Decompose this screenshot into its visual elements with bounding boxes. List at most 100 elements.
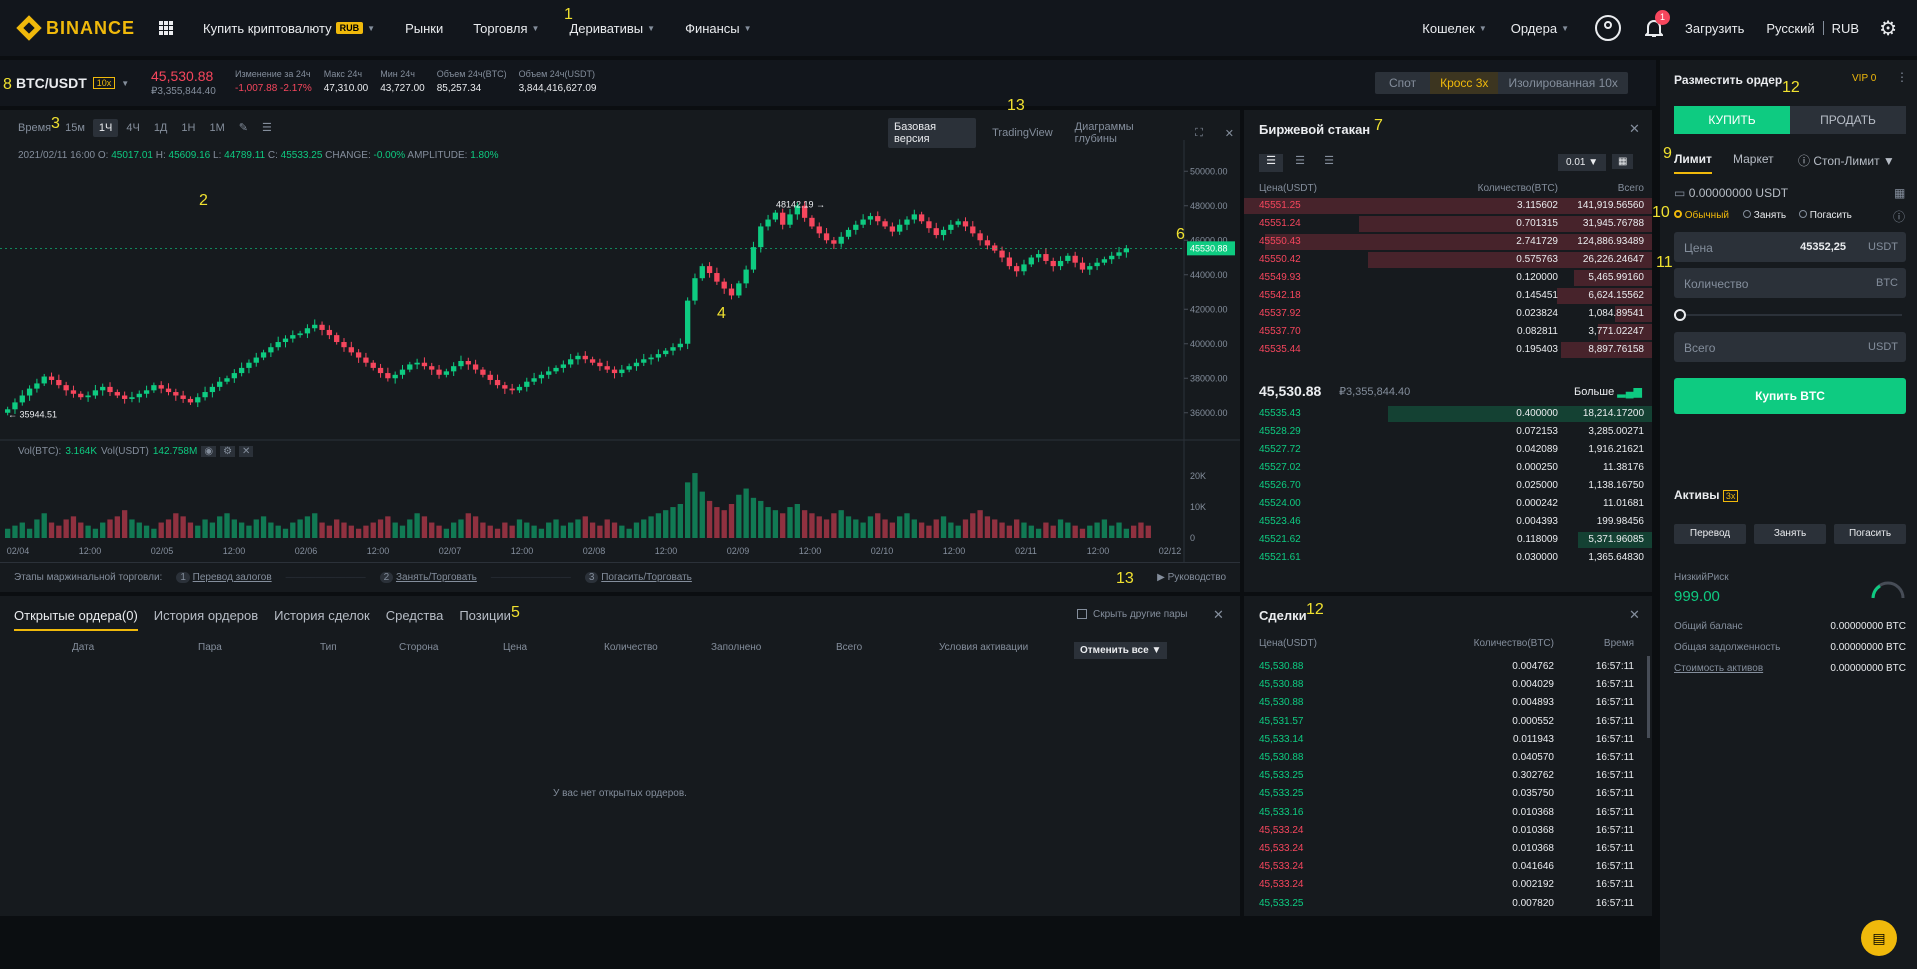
- bid-row[interactable]: 45528.29 0.072153 3,285.00271: [1244, 423, 1652, 441]
- amount-slider[interactable]: [1674, 308, 1906, 322]
- more-link[interactable]: Больше ▂▄▆: [1574, 385, 1642, 398]
- borrow-button[interactable]: Занять: [1754, 524, 1826, 544]
- ask-row[interactable]: 45550.43 2.741729 124,886.93489: [1244, 233, 1652, 251]
- volume-bar: [472, 516, 479, 538]
- candle-body: [1116, 252, 1122, 256]
- mode-normal[interactable]: Обычный: [1674, 210, 1729, 221]
- close-icon[interactable]: ✕: [1629, 607, 1640, 623]
- more-vertical-icon[interactable]: ⋮: [1896, 70, 1908, 84]
- order-type-limit[interactable]: Лимит: [1674, 152, 1712, 174]
- hide-pairs-checkbox[interactable]: Скрыть другие пары: [1077, 609, 1188, 620]
- nav-markets[interactable]: Рынки: [405, 21, 443, 36]
- y-tick-label: 42000.00: [1190, 304, 1228, 314]
- ask-row[interactable]: 45550.42 0.575763 26,226.24647: [1244, 251, 1652, 269]
- buy-tab[interactable]: КУПИТЬ: [1674, 106, 1790, 134]
- binance-logo[interactable]: BINANCE: [16, 15, 135, 41]
- vip-badge[interactable]: VIP 0: [1852, 73, 1876, 84]
- tab-order-history[interactable]: История ордеров: [154, 608, 258, 631]
- slider-handle[interactable]: [1674, 309, 1686, 321]
- ask-row[interactable]: 45537.92 0.023824 1,084.89541: [1244, 305, 1652, 323]
- price-input[interactable]: Цена 45352,25 USDT: [1674, 232, 1906, 262]
- bid-row[interactable]: 45521.61 0.030000 1,365.64830: [1244, 549, 1652, 567]
- chat-support-icon[interactable]: ▤: [1861, 920, 1897, 956]
- nav-finance[interactable]: Финансы ▼: [685, 21, 752, 36]
- trades-panel: Сделки ✕ Цена(USDT) Количество(BTC) Врем…: [1244, 596, 1652, 916]
- tab-funds[interactable]: Средства: [386, 608, 444, 631]
- step-1[interactable]: 1 Перевод залогов: [176, 572, 272, 583]
- volume-bar: [516, 519, 523, 538]
- pair-selector[interactable]: BTC/USDT 10x ▼: [16, 75, 129, 91]
- bid-row[interactable]: 45521.62 0.118009 5,371.96085: [1244, 531, 1652, 549]
- candle-body: [63, 385, 69, 391]
- asset-value-link[interactable]: Стоимость активов: [1674, 663, 1763, 674]
- quantity-input[interactable]: Количество BTC: [1674, 268, 1906, 298]
- ask-row[interactable]: 45549.93 0.120000 5,465.99160: [1244, 269, 1652, 287]
- ask-row[interactable]: 45551.25 3.115602 141,919.56560: [1244, 197, 1652, 215]
- info-icon[interactable]: ⓘ: [1893, 208, 1905, 225]
- precision-select[interactable]: 0.01 ▼: [1558, 154, 1607, 171]
- ask-row[interactable]: 45535.44 0.195403 8,897.76158: [1244, 341, 1652, 359]
- mode-cross[interactable]: Кросс 3x: [1430, 72, 1499, 94]
- tab-trade-history[interactable]: История сделок: [274, 608, 370, 631]
- cancel-all-button[interactable]: Отменить все ▼: [1074, 642, 1168, 659]
- order-type-market[interactable]: Маркет: [1733, 152, 1774, 166]
- close-icon[interactable]: ✕: [1213, 607, 1224, 623]
- bid-row[interactable]: 45523.46 0.004393 199.98456: [1244, 513, 1652, 531]
- x-tick-label: 12:00: [943, 546, 966, 556]
- candle-body: [341, 342, 347, 348]
- tab-positions[interactable]: Позиции: [459, 608, 511, 631]
- view-both-icon[interactable]: ☰: [1259, 154, 1283, 172]
- bid-row[interactable]: 45526.70 0.025000 1,138.16750: [1244, 477, 1652, 495]
- transfer-button[interactable]: Перевод: [1674, 524, 1746, 544]
- close-icon[interactable]: ✕: [1629, 121, 1640, 137]
- nav-buy-crypto[interactable]: Купить криптовалюту RUB ▼: [203, 21, 375, 36]
- repay-button[interactable]: Погасить: [1834, 524, 1906, 544]
- mode-spot[interactable]: Спот: [1375, 72, 1430, 94]
- nav-wallet[interactable]: Кошелек ▼: [1422, 21, 1486, 36]
- volume-bar: [319, 522, 325, 538]
- mode-isolated[interactable]: Изолированная 10x: [1498, 72, 1627, 94]
- calculator-icon[interactable]: ▦: [1894, 186, 1905, 200]
- ask-row[interactable]: 45542.18 0.145451 6,624.15562: [1244, 287, 1652, 305]
- mode-repay[interactable]: Погасить: [1799, 210, 1852, 221]
- mode-borrow[interactable]: Занять: [1743, 210, 1786, 221]
- order-type-stop-limit[interactable]: ⓘ Стоп-Лимит ▼: [1798, 152, 1895, 169]
- bid-row[interactable]: 45527.72 0.042089 1,916.21621: [1244, 441, 1652, 459]
- nav-derivatives[interactable]: Деривативы ▼: [569, 21, 655, 36]
- nav-currency[interactable]: RUB: [1832, 21, 1859, 36]
- ask-row[interactable]: 45551.24 0.701315 31,945.76788: [1244, 215, 1652, 233]
- settings-icon[interactable]: ⚙: [220, 446, 236, 457]
- calculator-icon[interactable]: ▦: [1612, 154, 1634, 169]
- user-avatar-icon[interactable]: [1595, 15, 1621, 41]
- bid-row[interactable]: 45527.02 0.000250 11.38176: [1244, 459, 1652, 477]
- nav-language[interactable]: Русский: [1766, 21, 1814, 36]
- sell-tab[interactable]: ПРОДАТЬ: [1790, 106, 1906, 134]
- candle-body: [992, 245, 998, 251]
- step-3[interactable]: 3 Погасить/Торговать: [584, 572, 692, 583]
- scrollbar[interactable]: [1647, 656, 1650, 738]
- buy-btc-button[interactable]: Купить BTC: [1674, 378, 1906, 414]
- step-2[interactable]: 2 Занять/Торговать: [379, 572, 477, 583]
- tab-open-orders[interactable]: Открытые ордера(0): [14, 608, 138, 631]
- guide-link[interactable]: ▶ Руководство: [1157, 572, 1226, 583]
- nav-download[interactable]: Загрузить: [1685, 21, 1744, 36]
- bid-row[interactable]: 45524.00 0.000242 11.01681: [1244, 495, 1652, 513]
- view-asks-icon[interactable]: ☰: [1317, 154, 1341, 172]
- notification-bell-icon[interactable]: 1: [1643, 10, 1670, 38]
- total-input[interactable]: Всего USDT: [1674, 332, 1906, 362]
- eye-icon[interactable]: ◉: [201, 446, 217, 457]
- nav-orders[interactable]: Ордера ▼: [1511, 21, 1569, 36]
- nav-trade[interactable]: Торговля ▼: [473, 21, 539, 36]
- ticker-stat-value: 47,310.00: [323, 83, 369, 94]
- close-icon[interactable]: ✕: [239, 446, 254, 457]
- view-bids-icon[interactable]: ☰: [1288, 154, 1312, 172]
- apps-grid-icon[interactable]: [159, 21, 174, 35]
- ask-row[interactable]: 45537.70 0.082811 3,771.02247: [1244, 323, 1652, 341]
- settings-gear-icon[interactable]: ⚙: [1879, 16, 1897, 41]
- price-chart[interactable]: 50000.0048000.0046000.0044000.0042000.00…: [0, 110, 1240, 592]
- asks-list: 45551.25 3.115602 141,919.56560 45551.24 0.7…: [1244, 197, 1652, 359]
- asset-row-balance: Общий баланс 0.00000000 BTC: [1674, 621, 1906, 632]
- binance-logo-icon: [16, 15, 42, 41]
- bid-row[interactable]: 45535.43 0.400000 18,214.17200: [1244, 405, 1652, 423]
- volume-bar: [1035, 528, 1042, 538]
